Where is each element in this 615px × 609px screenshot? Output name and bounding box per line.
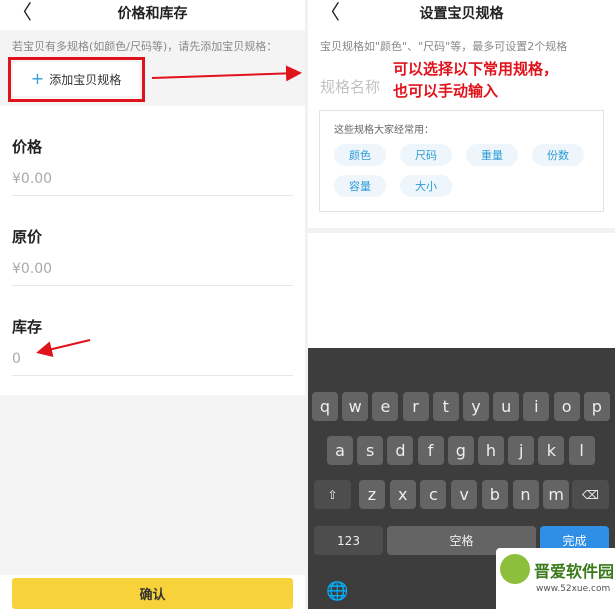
- key-z[interactable]: z: [359, 480, 385, 509]
- key-c[interactable]: c: [420, 480, 447, 509]
- annotation-text: 可以选择以下常用规格， 也可以手动输入: [393, 58, 593, 102]
- spec-chip-dimension[interactable]: 大小: [400, 175, 452, 197]
- original-price-input[interactable]: ¥0.00: [12, 261, 293, 277]
- key-k[interactable]: k: [538, 436, 565, 465]
- numbers-key[interactable]: 123: [314, 526, 383, 555]
- key-j[interactable]: j: [508, 436, 535, 465]
- key-w[interactable]: w: [342, 392, 369, 421]
- key-s[interactable]: s: [357, 436, 384, 465]
- key-p[interactable]: p: [583, 392, 610, 421]
- price-field[interactable]: 价格 ¥0.00: [12, 136, 293, 196]
- delete-key[interactable]: ⌫: [572, 480, 609, 509]
- key-y[interactable]: y: [463, 392, 489, 421]
- key-m[interactable]: m: [543, 480, 570, 509]
- key-x[interactable]: x: [389, 480, 416, 509]
- stock-label: 库存: [12, 318, 43, 336]
- key-h[interactable]: h: [478, 436, 504, 465]
- nav-bar: 〈 设置宝贝规格: [308, 0, 615, 26]
- key-n[interactable]: n: [512, 480, 539, 509]
- page-title: 价格和库存: [117, 6, 188, 22]
- annotation-line-2: 也可以手动输入: [393, 82, 499, 100]
- spec-hint-text: 若宝贝有多规格(如颜色/尺码等)，请先添加宝贝规格：: [12, 40, 278, 53]
- price-label: 价格: [12, 138, 43, 156]
- common-specs-title: 这些规格大家经常用：: [334, 125, 434, 136]
- spec-chip-size[interactable]: 尺码: [400, 144, 452, 166]
- spec-chip-portion[interactable]: 份数: [532, 144, 584, 166]
- original-price-field[interactable]: 原价 ¥0.00: [12, 226, 293, 286]
- spec-name-input[interactable]: 规格名称: [320, 76, 380, 97]
- section-separator: [308, 228, 615, 233]
- keyboard: qwertyuiop asdfghjkl zxcvbnm ⇧ ⌫ 123 空格 …: [308, 348, 615, 609]
- key-b[interactable]: b: [481, 480, 508, 509]
- globe-icon[interactable]: 🌐: [326, 581, 348, 602]
- key-i[interactable]: i: [523, 392, 550, 421]
- key-g[interactable]: g: [447, 436, 474, 465]
- spec-chip-capacity[interactable]: 容量: [334, 175, 386, 197]
- stock-input[interactable]: 0: [12, 351, 293, 367]
- key-t[interactable]: t: [432, 392, 459, 421]
- spec-setting-screen: 〈 设置宝贝规格 宝贝规格如"颜色"、"尺码"等，最多可设置2个规格 规格名称 …: [308, 0, 615, 609]
- watermark-title: 晋爱软件园: [534, 562, 615, 581]
- key-f[interactable]: f: [417, 436, 444, 465]
- highlight-box: [8, 57, 145, 102]
- key-v[interactable]: v: [451, 480, 478, 509]
- divider: [12, 375, 293, 376]
- watermark-url: www.52xue.com: [536, 584, 611, 594]
- price-stock-screen: 〈 价格和库存 若宝贝有多规格(如颜色/尺码等)，请先添加宝贝规格： + 添加宝…: [0, 0, 305, 609]
- key-q[interactable]: q: [312, 392, 338, 421]
- confirm-button[interactable]: 确认: [12, 578, 293, 609]
- key-l[interactable]: l: [568, 436, 595, 465]
- watermark-logo-icon: [500, 554, 530, 584]
- common-specs-box: 这些规格大家经常用： 颜色 尺码 重量 份数 容量 大小: [319, 110, 604, 212]
- divider: [12, 285, 293, 286]
- stock-field[interactable]: 库存 0: [12, 316, 293, 376]
- key-u[interactable]: u: [493, 392, 520, 421]
- price-input[interactable]: ¥0.00: [12, 171, 293, 187]
- annotation-line-1: 可以选择以下常用规格，: [393, 60, 559, 78]
- spec-hint-text: 宝贝规格如"颜色"、"尺码"等，最多可设置2个规格: [320, 40, 568, 53]
- key-a[interactable]: a: [327, 436, 353, 465]
- key-e[interactable]: e: [372, 392, 399, 421]
- divider: [12, 195, 293, 196]
- original-price-label: 原价: [12, 228, 43, 246]
- empty-area: [0, 395, 305, 575]
- nav-bar: 〈 价格和库存: [0, 0, 305, 26]
- page-title: 设置宝贝规格: [419, 6, 504, 22]
- key-r[interactable]: r: [402, 392, 429, 421]
- spec-chip-weight[interactable]: 重量: [466, 144, 518, 166]
- key-d[interactable]: d: [387, 436, 414, 465]
- watermark: 晋爱软件园 www.52xue.com: [496, 548, 615, 609]
- key-o[interactable]: o: [553, 392, 580, 421]
- shift-key[interactable]: ⇧: [314, 480, 351, 509]
- spec-chip-color[interactable]: 颜色: [334, 144, 386, 166]
